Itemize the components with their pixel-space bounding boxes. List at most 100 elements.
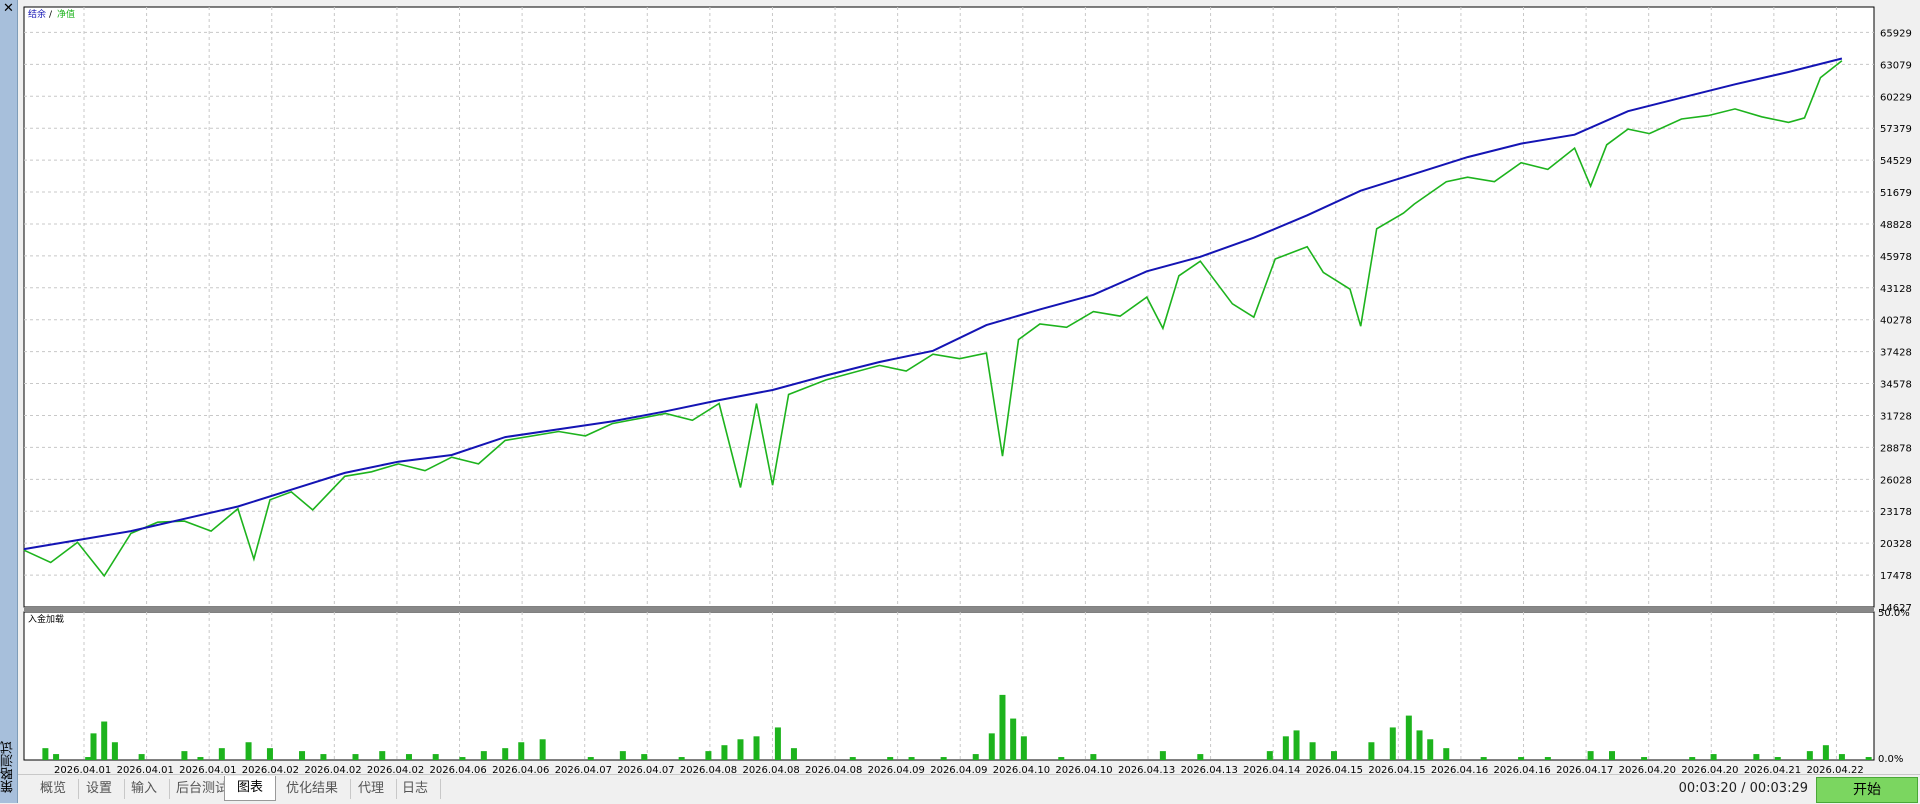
tab-journal[interactable]: 日志: [390, 779, 442, 799]
x-tick-label: 2026.04.16: [1494, 765, 1551, 774]
x-tick-label: 2026.04.13: [1118, 765, 1175, 774]
load-bar: [299, 751, 306, 760]
x-tick-label: 2026.04.14: [1243, 765, 1300, 774]
load-bar: [352, 754, 359, 760]
elapsed-time: 00:03:20 / 00:03:29: [1678, 781, 1808, 796]
x-tick-label: 2026.04.06: [492, 765, 549, 774]
y-tick-label: 51679: [1880, 188, 1912, 199]
load-bar: [940, 757, 947, 760]
y-tick-label: 54529: [1880, 156, 1912, 167]
load-bar: [90, 733, 97, 760]
load-bar: [432, 754, 439, 760]
x-tick-label: 2026.04.01: [117, 765, 174, 774]
y-tick-label: 31728: [1880, 411, 1912, 422]
load-bar: [587, 757, 594, 760]
x-tick-label: 2026.04.08: [805, 765, 862, 774]
tab-optimization-results[interactable]: 优化结果: [274, 779, 352, 799]
load-bar: [85, 757, 92, 760]
load-bar: [1774, 757, 1781, 760]
load-bar: [1058, 757, 1065, 760]
y-tick-label: 23178: [1880, 507, 1912, 518]
load-bar: [641, 754, 648, 760]
load-bar: [678, 757, 685, 760]
load-bar: [266, 748, 273, 760]
tab-inputs[interactable]: 输入: [119, 779, 171, 799]
load-bar: [737, 739, 744, 760]
y-tick-label: 60229: [1880, 92, 1912, 103]
tab-graph[interactable]: 图表: [224, 776, 277, 801]
x-tick-label: 2026.04.16: [1431, 765, 1488, 774]
x-tick-label: 2026.04.01: [54, 765, 111, 774]
load-bar: [1266, 751, 1273, 760]
tab-settings[interactable]: 设置: [74, 779, 126, 799]
load-bar: [1090, 754, 1097, 760]
load-bar: [1389, 727, 1396, 760]
load-bar: [1710, 754, 1717, 760]
x-tick-label: 2026.04.08: [680, 765, 737, 774]
load-bar: [1309, 742, 1316, 760]
y-tick-label: 43128: [1880, 284, 1912, 295]
load-bar: [908, 757, 915, 760]
y-tick-label: 45978: [1880, 252, 1912, 263]
tab-overview[interactable]: 概览: [28, 779, 80, 799]
load-bar: [1330, 751, 1337, 760]
x-tick-label: 2026.04.09: [868, 765, 925, 774]
x-tick-label: 2026.04.02: [367, 765, 424, 774]
x-tick-label: 2026.04.01: [179, 765, 236, 774]
x-tick-label: 2026.04.09: [930, 765, 987, 774]
x-tick-label: 2026.04.08: [742, 765, 799, 774]
load-bar: [1544, 757, 1551, 760]
y-tick-label: 40278: [1880, 316, 1912, 327]
x-tick-label: 2026.04.07: [617, 765, 674, 774]
load-bar: [53, 754, 60, 760]
load-bar: [1865, 757, 1872, 760]
y-tick-label: 20328: [1880, 539, 1912, 550]
legend-equity: 净值: [57, 8, 75, 20]
y-tick-label: 48828: [1880, 220, 1912, 231]
load-bar: [1159, 751, 1166, 760]
load-bar: [721, 745, 728, 760]
load-bar: [101, 721, 108, 760]
x-tick-label: 2026.04.07: [555, 765, 612, 774]
side-panel: ✕ 策略测试: [0, 0, 18, 803]
load-bar: [245, 742, 252, 760]
load-bar: [111, 742, 118, 760]
y-tick-label: 37428: [1880, 348, 1912, 359]
load-bar: [1282, 736, 1289, 760]
load-bar: [1689, 757, 1696, 760]
load-bar: [502, 748, 509, 760]
load-bar: [1838, 754, 1845, 760]
y-tick-label: 65929: [1880, 28, 1912, 39]
load-bar: [705, 751, 712, 760]
x-tick-label: 2026.04.20: [1681, 765, 1738, 774]
y-tick-label: 26028: [1880, 475, 1912, 486]
x-tick-label: 2026.04.21: [1744, 765, 1801, 774]
x-tick-label: 2026.04.22: [1806, 765, 1863, 774]
load-bar: [539, 739, 546, 760]
load-bar: [972, 754, 979, 760]
x-tick-label: 2026.04.10: [1055, 765, 1112, 774]
x-tick-label: 2026.04.13: [1181, 765, 1238, 774]
y-tick-label: 63079: [1880, 60, 1912, 71]
y-tick-label: 34578: [1880, 380, 1912, 391]
load-bar: [1293, 730, 1300, 760]
load-bar: [181, 751, 188, 760]
legend-balance: 结余: [28, 8, 46, 20]
x-tick-label: 2026.04.15: [1368, 765, 1425, 774]
x-tick-label: 2026.04.10: [993, 765, 1050, 774]
load-bar: [988, 733, 995, 760]
load-bar: [1368, 742, 1375, 760]
load-bar: [1405, 715, 1412, 760]
x-tick-label: 2026.04.02: [242, 765, 299, 774]
load-bar: [1822, 745, 1829, 760]
x-tick-label: 2026.04.20: [1619, 765, 1676, 774]
load-bar: [1641, 757, 1648, 760]
load-bar: [1010, 718, 1017, 760]
close-icon[interactable]: ✕: [0, 0, 17, 18]
start-button[interactable]: 开始: [1816, 777, 1918, 803]
load-bar: [1443, 748, 1450, 760]
x-tick-label: 2026.04.06: [430, 765, 487, 774]
load-bar: [138, 754, 145, 760]
side-panel-title: 策略测试: [1, 741, 16, 793]
load-bar: [999, 694, 1006, 760]
